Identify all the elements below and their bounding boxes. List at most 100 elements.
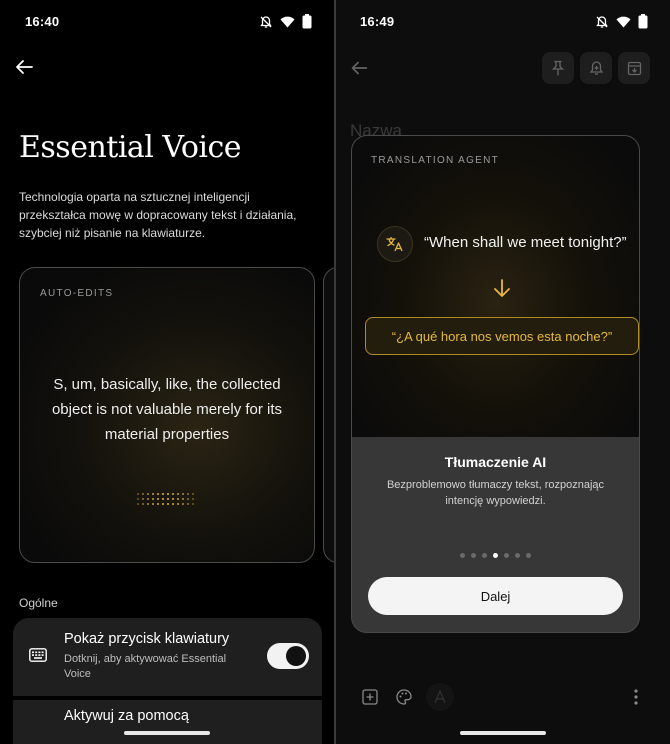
waveform-dot — [192, 493, 194, 495]
wifi-icon — [280, 16, 295, 28]
waveform-dot — [187, 503, 189, 505]
waveform-dot — [157, 493, 159, 495]
waveform-dot — [182, 503, 184, 505]
setting-title: Aktywuj za pomocą — [64, 708, 189, 724]
waveform-dot — [177, 498, 179, 500]
palette-icon — [396, 689, 412, 705]
next-feature-card[interactable] — [323, 267, 334, 563]
pin-icon — [551, 60, 565, 76]
add-box-icon — [362, 689, 378, 705]
setting-show-keyboard-button[interactable]: Pokaż przycisk klawiatury Dotknij, aby a… — [13, 618, 322, 696]
waveform-dot — [177, 503, 179, 505]
more-vert-icon — [634, 689, 638, 705]
waveform-dot — [182, 493, 184, 495]
dialog-label: TRANSLATION AGENT — [371, 155, 500, 166]
waveform-dot — [137, 493, 139, 495]
waveform-dot — [172, 503, 174, 505]
waveform-dot — [157, 498, 159, 500]
setting-title: Pokaż przycisk klawiatury — [64, 631, 230, 647]
note-toolbar — [542, 52, 650, 84]
reminder-button[interactable] — [580, 52, 612, 84]
bell-plus-icon — [589, 61, 603, 75]
next-button[interactable]: Dalej — [368, 577, 623, 615]
palette-button[interactable] — [390, 683, 418, 711]
translated-quote: “¿A qué hora nos vemos esta noche?” — [365, 317, 639, 355]
waveform-dot — [172, 498, 174, 500]
page-dot[interactable] — [460, 553, 465, 558]
translate-icon — [377, 226, 413, 262]
wifi-icon — [616, 16, 631, 28]
waveform-dot — [162, 503, 164, 505]
waveform-dot — [172, 493, 174, 495]
waveform-dot — [147, 498, 149, 500]
note-editor-screen: 16:49 Nazwa TRANSLATION AGENT “When shal… — [336, 0, 670, 744]
waveform-dot — [142, 498, 144, 500]
bell-off-icon — [259, 15, 273, 29]
battery-icon — [302, 14, 312, 29]
waveform-dot — [187, 493, 189, 495]
waveform-dot — [137, 503, 139, 505]
archive-icon — [627, 61, 641, 75]
status-bar: 16:49 — [336, 0, 670, 40]
note-bottom-toolbar — [356, 683, 650, 711]
dialog-illustration: TRANSLATION AGENT “When shall we meet to… — [352, 136, 639, 437]
more-options-button[interactable] — [622, 683, 650, 711]
waveform-dot — [177, 493, 179, 495]
waveform-dot — [187, 498, 189, 500]
page-dot[interactable] — [504, 553, 509, 558]
waveform-dot — [152, 493, 154, 495]
status-bar: 16:40 — [0, 0, 334, 40]
arrow-down-icon — [492, 278, 512, 305]
status-time: 16:49 — [360, 14, 395, 29]
text-format-icon — [434, 690, 446, 704]
setting-subtitle: Dotknij, aby aktywować Essential Voice — [64, 653, 227, 680]
card-label: AUTO-EDITS — [40, 288, 114, 299]
waveform-dot — [152, 503, 154, 505]
waveform-dot — [137, 498, 139, 500]
back-button[interactable] — [348, 57, 372, 81]
status-icons — [595, 14, 648, 29]
page-indicator — [352, 553, 639, 558]
home-indicator[interactable] — [460, 731, 546, 735]
page-dot[interactable] — [482, 553, 487, 558]
keyboard-button-toggle[interactable] — [267, 643, 309, 669]
waveform-dot — [147, 493, 149, 495]
waveform-dot — [192, 498, 194, 500]
home-indicator[interactable] — [124, 731, 210, 735]
back-button[interactable] — [12, 55, 36, 79]
text-format-button[interactable] — [426, 683, 454, 711]
setting-activate-with[interactable]: Aktywuj za pomocą — [13, 700, 322, 744]
dialog-description: Bezproblemowo tłumaczy tekst, rozpoznają… — [386, 479, 605, 507]
page-title: Essential Voice — [19, 130, 242, 165]
card-sample-text: S, um, basically, like, the collected ob… — [51, 376, 283, 443]
battery-icon — [638, 14, 648, 29]
waveform-dot — [152, 498, 154, 500]
page-dot[interactable] — [471, 553, 476, 558]
settings-group: Pokaż przycisk klawiatury Dotknij, aby a… — [13, 618, 322, 744]
pin-button[interactable] — [542, 52, 574, 84]
page-description: Technologia oparta na sztucznej intelige… — [19, 190, 297, 240]
waveform-dot — [167, 498, 169, 500]
page-dot[interactable] — [526, 553, 531, 558]
waveform-dot — [157, 503, 159, 505]
waveform-dot — [162, 493, 164, 495]
page-dot[interactable] — [493, 553, 498, 558]
voice-waveform-dots — [137, 493, 194, 505]
essential-voice-screen: 16:40 Essential Voice Technologia oparta… — [0, 0, 334, 744]
source-quote: “When shall we meet tonight?” — [424, 234, 627, 251]
bell-off-icon — [595, 15, 609, 29]
page-dot[interactable] — [515, 553, 520, 558]
waveform-dot — [167, 503, 169, 505]
status-time: 16:40 — [25, 14, 60, 29]
dialog-title: Tłumaczenie AI — [444, 454, 547, 470]
waveform-dot — [162, 498, 164, 500]
arrow-left-icon — [16, 60, 33, 74]
arrow-left-icon — [351, 61, 368, 75]
feature-card-auto-edits[interactable]: AUTO-EDITS S, um, basically, like, the c… — [19, 267, 315, 563]
section-label-general: Ogólne — [19, 596, 58, 610]
translation-agent-dialog: TRANSLATION AGENT “When shall we meet to… — [351, 135, 640, 633]
waveform-dot — [142, 493, 144, 495]
add-button[interactable] — [356, 683, 384, 711]
waveform-dot — [147, 503, 149, 505]
archive-button[interactable] — [618, 52, 650, 84]
